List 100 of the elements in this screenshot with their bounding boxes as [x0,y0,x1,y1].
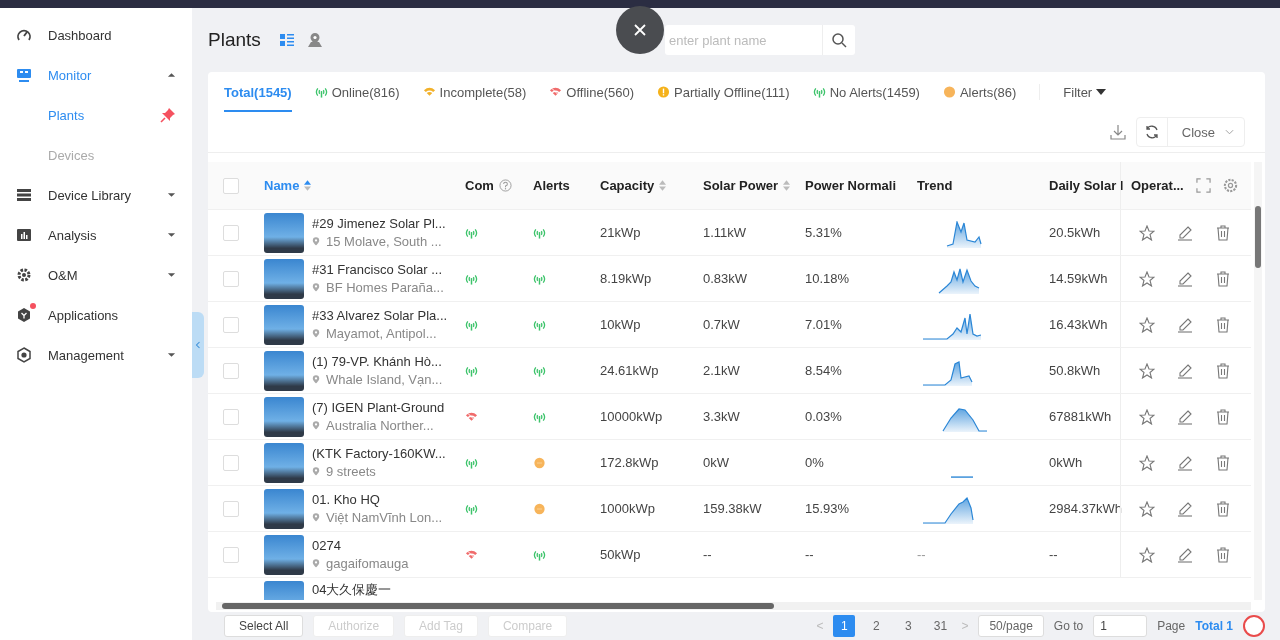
column-header[interactable]: Daily Solar I [1049,178,1124,193]
table-cell: 7.01% [805,317,842,332]
help-icon[interactable] [498,179,512,192]
filter-dropdown[interactable]: Filter [1063,84,1107,100]
column-header[interactable]: Solar Power [703,178,779,193]
delete-icon[interactable] [1215,316,1231,333]
star-icon[interactable] [1139,362,1155,379]
plant-name[interactable]: 04大久保慶一 [312,581,392,599]
status-tab[interactable]: Alerts(86) [942,72,1017,112]
delete-icon[interactable] [1215,224,1231,241]
column-header[interactable]: Trend [917,178,953,193]
edit-icon[interactable] [1177,362,1193,379]
delete-icon[interactable] [1215,362,1231,379]
total-count: Total 1 [1195,619,1233,633]
download-button[interactable] [1109,124,1126,140]
star-icon[interactable] [1139,316,1155,333]
edit-icon[interactable] [1177,454,1193,471]
star-icon[interactable] [1139,546,1155,563]
status-tab[interactable]: Partially Offline(111) [657,72,790,112]
table-cell: -- [805,547,814,562]
plant-name[interactable]: #33 Alvarez Solar Pla... [312,308,447,323]
select-all-checkbox[interactable] [223,177,239,194]
page-size-select[interactable]: 50/page [978,615,1044,637]
nav-item[interactable]: Management [0,335,192,375]
table-cell: 2.1kW [703,363,740,378]
row-checkbox[interactable] [223,316,239,333]
plant-name[interactable]: #29 Jimenez Solar Pl... [312,216,446,231]
star-icon[interactable] [1139,270,1155,287]
row-checkbox[interactable] [223,546,239,563]
page-button[interactable]: 31 [929,615,952,637]
plant-name[interactable]: 01. Kho HQ [312,492,443,507]
caret-icon[interactable] [167,192,176,198]
antenna-icon [812,86,826,98]
row-checkbox[interactable] [223,224,239,241]
view-toggle[interactable] [278,32,295,48]
nav-item[interactable]: Device Library [0,175,192,215]
nav-item[interactable]: O&M [0,255,192,295]
plant-name[interactable]: (7) IGEN Plant-Ground [312,400,445,415]
row-checkbox[interactable] [223,454,239,471]
goto-input[interactable]: 1 [1093,615,1148,637]
column-header[interactable]: Operat... [1131,178,1184,193]
vertical-scrollbar[interactable] [1254,162,1262,600]
star-icon[interactable] [1139,408,1155,425]
page-button[interactable]: 2 [865,615,888,637]
delete-icon[interactable] [1215,270,1231,287]
caret-icon[interactable] [167,352,176,358]
nav-item[interactable]: Applications [0,295,192,335]
pin-icon[interactable] [160,107,176,123]
alert-dot-icon [942,86,956,98]
trend-sparkline [922,496,974,525]
nav-item[interactable]: Analysis [0,215,192,255]
sort-icon[interactable] [304,180,312,191]
search-button[interactable] [822,25,855,55]
nav-item[interactable]: Monitor [0,55,192,95]
plant-name[interactable]: (KTK Factory-160KW... [312,446,446,461]
row-checkbox[interactable] [223,408,239,425]
page-button[interactable]: 3 [897,615,920,637]
delete-icon[interactable] [1215,408,1231,425]
edit-icon[interactable] [1177,270,1193,287]
row-checkbox[interactable] [223,270,239,287]
status-tab[interactable]: No Alerts(1459) [812,72,920,112]
table-cell: 14.59kWh [1049,271,1108,286]
nav-subitem[interactable]: Plants [0,95,192,135]
column-header[interactable]: Capacity [600,178,655,193]
footer-button[interactable]: Select All [224,615,304,637]
star-icon[interactable] [1139,454,1155,471]
column-header[interactable]: Alerts [533,178,570,193]
search-field[interactable]: enter plant name [665,25,822,55]
edit-icon[interactable] [1177,316,1193,333]
view-toggle[interactable] [306,32,323,48]
edit-icon[interactable] [1177,546,1193,563]
row-checkbox[interactable] [223,500,239,517]
column-header[interactable]: Power Normali [805,178,897,193]
caret-icon[interactable] [167,272,176,278]
close-button[interactable] [616,6,664,54]
horizontal-scrollbar[interactable] [216,602,1251,610]
plant-name[interactable]: #31 Francisco Solar ... [312,262,444,277]
status-tab[interactable]: Incomplete(58) [422,72,527,112]
close-icon [632,22,648,38]
edit-icon[interactable] [1177,224,1193,241]
column-header[interactable]: Com [465,178,494,193]
row-checkbox[interactable] [223,362,239,379]
delete-icon[interactable] [1215,500,1231,517]
help-float-button[interactable] [1243,615,1265,637]
edit-icon[interactable] [1177,408,1193,425]
edit-icon[interactable] [1177,500,1193,517]
delete-icon[interactable] [1215,546,1231,563]
table-cell: 0.03% [805,409,842,424]
plant-name[interactable]: (1) 79-VP. Khánh Hò... [312,354,443,369]
collapse-handle[interactable] [192,312,204,378]
settings-icon[interactable] [1222,178,1238,193]
plant-name[interactable]: 0274 [312,538,409,553]
status-tab[interactable]: Online(816) [314,72,400,112]
nav-item[interactable]: Dashboard [0,15,192,55]
status-tab[interactable]: Offline(560) [549,72,634,112]
caret-icon[interactable] [167,232,176,238]
star-icon[interactable] [1139,224,1155,241]
delete-icon[interactable] [1215,454,1231,471]
caret-icon[interactable] [167,72,176,78]
star-icon[interactable] [1139,500,1155,517]
